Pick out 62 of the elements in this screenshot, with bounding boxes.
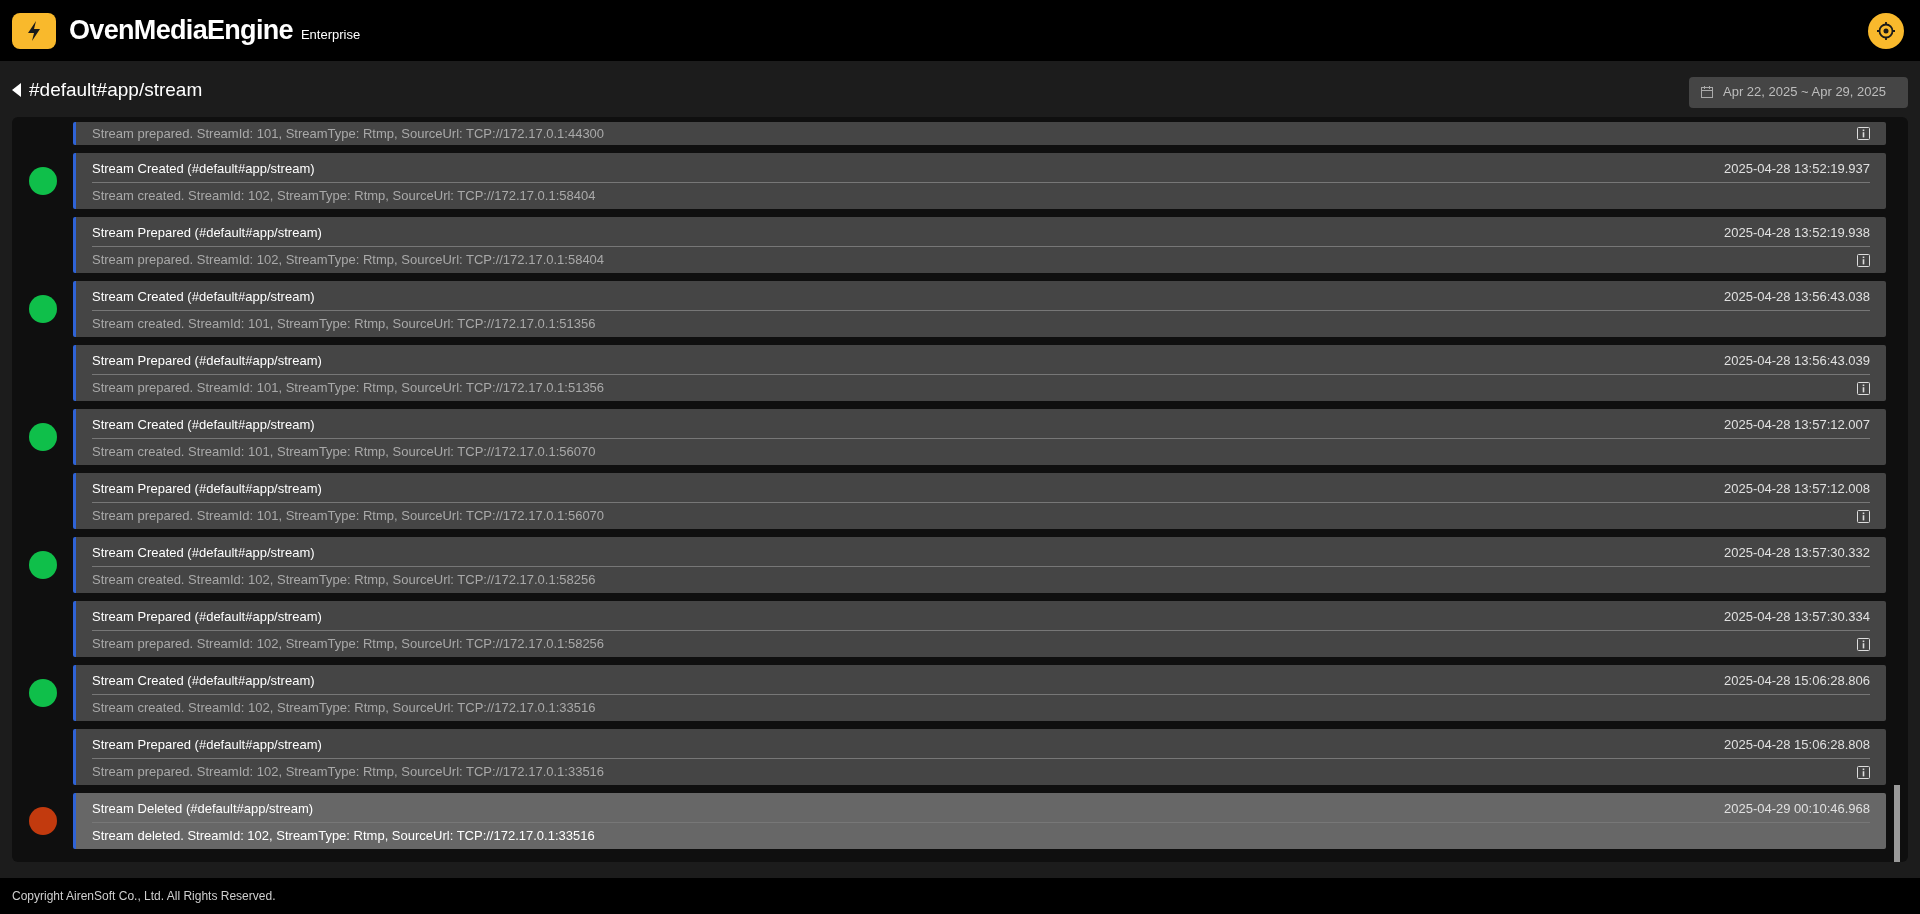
target-button[interactable] (1868, 12, 1904, 49)
back-arrow-icon (12, 83, 21, 97)
event-title: Stream Created (#default#app/stream) (92, 672, 315, 691)
event-title: Stream Created (#default#app/stream) (92, 544, 315, 563)
event-time: 2025-04-28 15:06:28.806 (1724, 672, 1870, 691)
info-icon[interactable] (1857, 381, 1870, 395)
event-message: Stream prepared. StreamId: 102, StreamType: Rtmp, SourceUrl: TCP://172.17.0.1:58404 (92, 251, 605, 270)
event-time: 2025-04-28 15:06:28.808 (1724, 736, 1870, 755)
calendar-icon (1701, 86, 1713, 98)
event-card[interactable]: Stream Created (#default#app/stream) 2025-04-28 15:06:28.806 Stream created. StreamId: 102, StreamType: Rtmp, SourceUrl: TCP://172.17.0.1:33516 (73, 665, 1886, 721)
event-title: Stream Created (#default#app/stream) (92, 288, 315, 307)
event-message: Stream created. StreamId: 101, StreamType: Rtmp, SourceUrl: TCP://172.17.0.1:56070 (92, 443, 596, 462)
event-title: Stream Prepared (#default#app/stream) (92, 224, 322, 243)
event-time: 2025-04-28 13:56:43.038 (1724, 288, 1870, 307)
event-time: 2025-04-28 13:57:12.008 (1724, 480, 1870, 499)
lightning-logo-icon (12, 12, 56, 49)
event-time: 2025-04-28 13:52:19.938 (1724, 224, 1870, 243)
app-title: OvenMediaEngine (69, 14, 293, 48)
event-message: Stream created. StreamId: 101, StreamType: Rtmp, SourceUrl: TCP://172.17.0.1:51356 (92, 315, 596, 334)
event-title: Stream Created (#default#app/stream) (92, 160, 315, 179)
event-card[interactable]: Stream Created (#default#app/stream) 2025-04-28 13:57:30.332 Stream created. StreamId: 102, StreamType: Rtmp, SourceUrl: TCP://172.17.0.1:58256 (73, 537, 1886, 593)
event-card[interactable]: Stream Prepared (#default#app/stream) 2025-04-28 13:57:12.008 Stream prepared. StreamId: 101, StreamType: Rtmp, SourceUrl: TCP://172.17.0.1:56070 (73, 473, 1886, 529)
event-title: Stream Prepared (#default#app/stream) (92, 352, 322, 371)
event-message: Stream deleted. StreamId: 102, StreamType: Rtmp, SourceUrl: TCP://172.17.0.1:33516 (92, 827, 595, 846)
event-card[interactable]: Stream Created (#default#app/stream) 2025-04-28 13:56:43.038 Stream created. StreamId: 101, StreamType: Rtmp, SourceUrl: TCP://172.17.0.1:51356 (73, 281, 1886, 337)
event-time: 2025-04-28 13:52:19.937 (1724, 160, 1870, 179)
event-title: Stream Prepared (#default#app/stream) (92, 608, 322, 627)
info-icon[interactable] (1857, 765, 1870, 779)
info-icon[interactable] (1857, 253, 1870, 267)
copyright-text: Copyright AirenSoft Co., Ltd. All Rights Reserved. (12, 888, 276, 905)
event-message: Stream created. StreamId: 102, StreamType: Rtmp, SourceUrl: TCP://172.17.0.1:58256 (92, 571, 596, 590)
event-title: Stream Created (#default#app/stream) (92, 416, 315, 435)
event-time: 2025-04-28 13:56:43.039 (1724, 352, 1870, 371)
event-time: 2025-04-28 13:57:30.332 (1724, 544, 1870, 563)
info-icon[interactable] (1857, 637, 1870, 651)
event-card[interactable]: Stream Deleted (#default#app/stream) 2025-04-29 00:10:46.968 Stream deleted. StreamId: 102, StreamType: Rtmp, SourceUrl: TCP://172.17.0.1:33516 (73, 793, 1886, 849)
event-message: Stream prepared. StreamId: 102, StreamType: Rtmp, SourceUrl: TCP://172.17.0.1:33516 (92, 763, 605, 782)
event-card[interactable]: Stream Prepared (#default#app/stream) 2025-04-28 13:57:30.334 Stream prepared. StreamId: 102, StreamType: Rtmp, SourceUrl: TCP://172.17.0.1:58256 (73, 601, 1886, 657)
event-message: Stream prepared. StreamId: 102, StreamType: Rtmp, SourceUrl: TCP://172.17.0.1:58256 (92, 635, 605, 654)
event-time: 2025-04-28 13:57:12.007 (1724, 416, 1870, 435)
event-title: Stream Prepared (#default#app/stream) (92, 480, 322, 499)
info-icon[interactable] (1857, 509, 1870, 523)
crosshair-icon (1876, 20, 1896, 41)
event-message: Stream created. StreamId: 102, StreamType: Rtmp, SourceUrl: TCP://172.17.0.1:58404 (92, 187, 596, 206)
back-button[interactable]: #default#app/stream (12, 73, 203, 105)
event-time: 2025-04-29 00:10:46.968 (1724, 800, 1870, 819)
info-icon[interactable] (1857, 127, 1870, 140)
event-card[interactable]: Stream Created (#default#app/stream) 2025-04-28 13:57:12.007 Stream created. StreamId: 101, StreamType: Rtmp, SourceUrl: TCP://172.17.0.1:56070 (73, 409, 1886, 465)
date-range-button[interactable]: Apr 22, 2025 ~ Apr 29, 2025 (1689, 76, 1908, 108)
event-message: Stream prepared. StreamId: 101, StreamType: Rtmp, SourceUrl: TCP://172.17.0.1:44300 (92, 124, 605, 143)
event-card[interactable]: Stream Prepared (#default#app/stream) 2025-04-28 15:06:28.808 Stream prepared. StreamId: 102, StreamType: Rtmp, SourceUrl: TCP://172.17.0.1:33516 (73, 729, 1886, 785)
event-card[interactable]: Stream Prepared (#default#app/stream) 2025-04-28 13:52:19.938 Stream prepared. StreamId: 102, StreamType: Rtmp, SourceUrl: TCP://172.17.0.1:58404 (73, 217, 1886, 273)
event-card[interactable]: Stream prepared. StreamId: 101, StreamType: Rtmp, SourceUrl: TCP://172.17.0.1:44300 (73, 122, 1886, 145)
event-message: Stream created. StreamId: 102, StreamType: Rtmp, SourceUrl: TCP://172.17.0.1:33516 (92, 699, 596, 718)
event-title: Stream Deleted (#default#app/stream) (92, 800, 314, 819)
event-message: Stream prepared. StreamId: 101, StreamType: Rtmp, SourceUrl: TCP://172.17.0.1:56070 (92, 507, 605, 526)
event-card[interactable]: Stream Created (#default#app/stream) 2025-04-28 13:52:19.937 Stream created. StreamId: 102, StreamType: Rtmp, SourceUrl: TCP://172.17.0.1:58404 (73, 153, 1886, 209)
event-message: Stream prepared. StreamId: 101, StreamType: Rtmp, SourceUrl: TCP://172.17.0.1:51356 (92, 379, 605, 398)
event-time: 2025-04-28 13:57:30.334 (1724, 608, 1870, 627)
event-title: Stream Prepared (#default#app/stream) (92, 736, 322, 755)
edition-label: Enterprise (300, 25, 361, 44)
event-card[interactable]: Stream Prepared (#default#app/stream) 2025-04-28 13:56:43.039 Stream prepared. StreamId: 101, StreamType: Rtmp, SourceUrl: TCP://172.17.0.1:51356 (73, 345, 1886, 401)
